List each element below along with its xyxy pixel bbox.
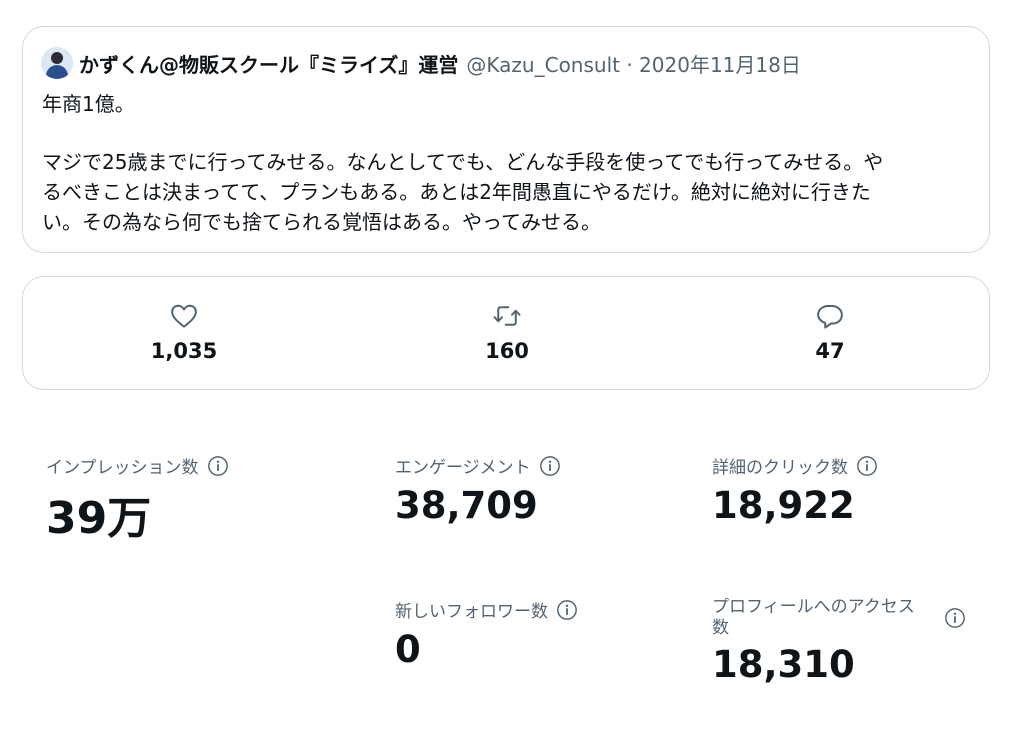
tweet-text-line: 年商1億。 — [42, 92, 135, 116]
heart-icon — [171, 304, 197, 328]
tweet-text-line: るべきことは決まってて、プランもある。あとは2年間愚直にやるだけ。絶対に絶対に行… — [42, 180, 871, 204]
detail-clicks-value: 18,922 — [712, 484, 855, 527]
profile-visits-metric: プロフィールへのアクセス数 18,310 — [712, 597, 966, 686]
info-icon[interactable] — [539, 455, 561, 477]
info-icon[interactable] — [856, 455, 878, 477]
impressions-value: 39万 — [46, 493, 152, 544]
tweet-header: かずくん@物販スクール『ミライズ』運営 @Kazu_Consult · 2020… — [41, 46, 801, 80]
likes-stat[interactable]: 1,035 — [114, 301, 254, 363]
impressions-label: インプレッション数 — [46, 458, 199, 478]
engagements-metric: エンゲージメント 38,709 — [395, 453, 561, 527]
profile-visits-value: 18,310 — [712, 643, 855, 686]
retweets-stat[interactable]: 160 — [437, 301, 577, 363]
engagement-summary-card: 1,035 160 47 — [22, 276, 990, 390]
replies-count: 47 — [815, 339, 845, 363]
profile-visits-label: プロフィールへのアクセス数 — [712, 597, 915, 638]
engagements-label: エンゲージメント — [395, 458, 531, 478]
author-handle-and-date[interactable]: @Kazu_Consult · 2020年11月18日 — [466, 49, 800, 78]
detail-clicks-label: 詳細のクリック数 — [712, 458, 848, 478]
tweet-text-line: い。その為なら何でも捨てられる覚悟はある。やってみせる。 — [42, 210, 601, 234]
tweet-text: 年商1億。 マジで25歳までに行ってみせる。なんとしてでも、どんな手段を使ってで… — [42, 89, 974, 237]
likes-count: 1,035 — [150, 339, 218, 363]
engagements-value: 38,709 — [395, 484, 538, 527]
new-followers-metric: 新しいフォロワー数 0 — [395, 597, 578, 671]
info-icon[interactable] — [207, 455, 229, 477]
replies-stat[interactable]: 47 — [760, 301, 900, 363]
retweets-count: 160 — [485, 339, 529, 363]
tweet-card[interactable]: かずくん@物販スクール『ミライズ』運営 @Kazu_Consult · 2020… — [22, 26, 990, 253]
impressions-metric: インプレッション数 39万 — [46, 453, 229, 546]
avatar[interactable] — [41, 47, 73, 79]
retweet-icon — [493, 306, 521, 326]
tweet-text-line: マジで25歳までに行ってみせる。なんとしてでも、どんな手段を使ってでも行ってみせ… — [42, 150, 884, 174]
new-followers-label: 新しいフォロワー数 — [395, 602, 548, 622]
author-display-name[interactable]: かずくん@物販スクール『ミライズ』運営 — [79, 49, 458, 78]
detail-clicks-metric: 詳細のクリック数 18,922 — [712, 453, 878, 527]
new-followers-value: 0 — [395, 628, 421, 671]
info-icon[interactable] — [944, 607, 966, 629]
reply-icon — [817, 305, 843, 329]
info-icon[interactable] — [556, 599, 578, 621]
